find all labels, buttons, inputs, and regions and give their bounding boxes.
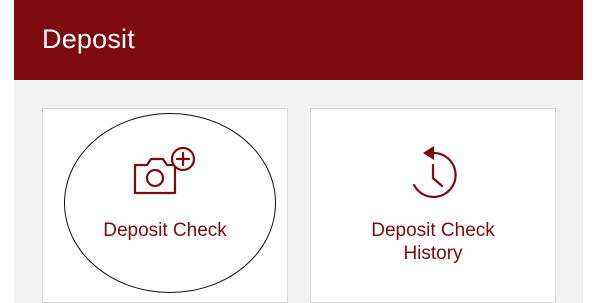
deposit-check-label: Deposit Check: [103, 220, 227, 241]
deposit-check-button[interactable]: Deposit Check: [42, 108, 288, 303]
page-header: Deposit: [14, 0, 583, 80]
camera-add-icon: [129, 145, 201, 202]
page-title: Deposit: [42, 24, 135, 54]
deposit-check-history-label: Deposit Check History: [371, 220, 495, 264]
tile-panel: Deposit Check Deposit Check History: [14, 80, 583, 303]
deposit-check-history-button[interactable]: Deposit Check History: [310, 108, 556, 303]
history-clock-icon: [403, 145, 463, 210]
